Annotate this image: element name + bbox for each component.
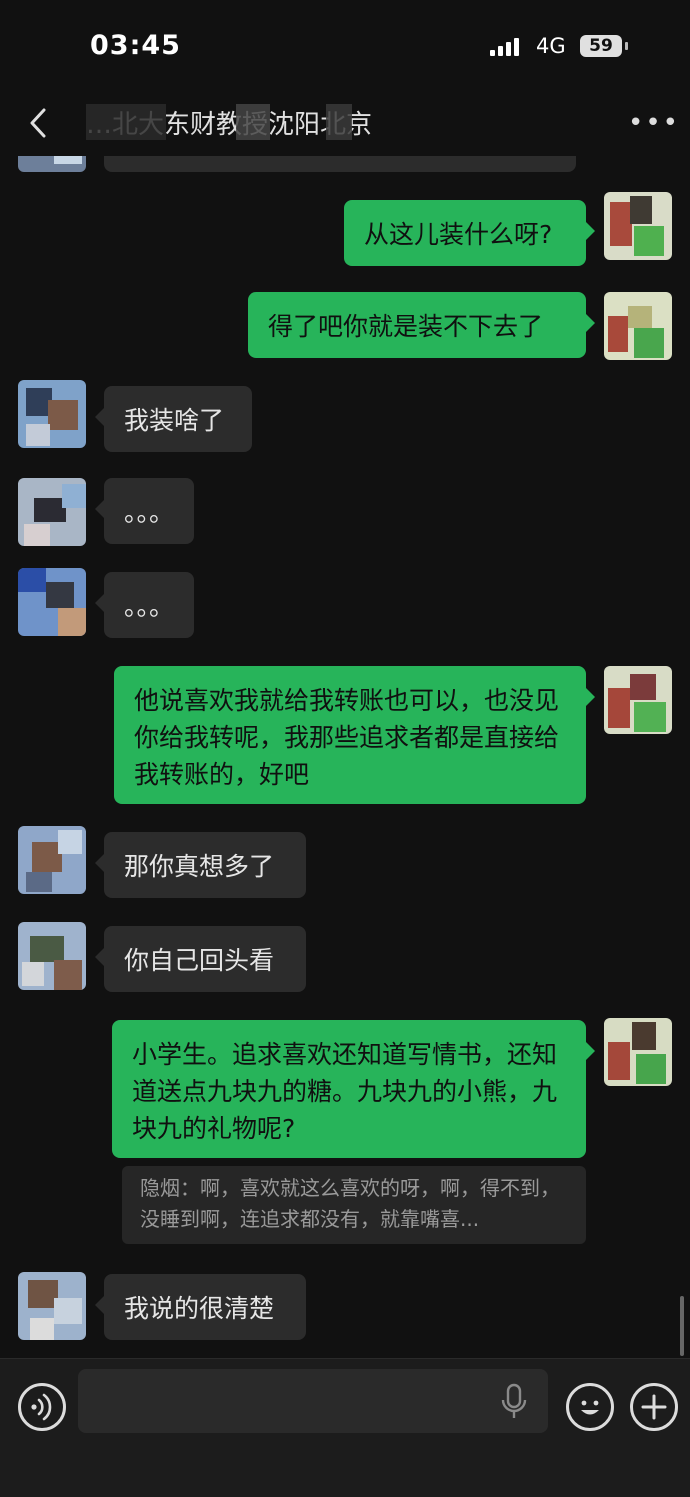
avatar[interactable] (18, 380, 86, 448)
message-bubble-outgoing[interactable]: 他说喜欢我就给我转账也可以，也没见你给我转呢，我那些追求者都是直接给我转账的，好… (114, 666, 595, 804)
avatar-self[interactable] (604, 1018, 672, 1086)
avatar-self[interactable] (604, 292, 672, 360)
status-time: 03:45 (90, 30, 181, 61)
message-bubble-incoming[interactable]: 。。。 (95, 478, 194, 544)
quoted-message[interactable]: 隐烟：啊，喜欢就这么喜欢的呀，啊，得不到，没睡到啊，连追求都没有，就靠嘴喜... (122, 1166, 586, 1244)
message-text: 你自己回头看 (124, 946, 275, 975)
message-bubble-incoming[interactable]: 。。。 (95, 572, 194, 638)
avatar-self[interactable] (604, 666, 672, 734)
scrollbar[interactable] (680, 1296, 684, 1356)
message-bubble-incoming[interactable]: 我装啥了 (95, 386, 252, 452)
avatar[interactable] (18, 826, 86, 894)
chat-title: …北大东财教授沈阳北京 (86, 104, 606, 140)
status-bar: 03:45 4G 59 (0, 0, 690, 92)
message-bubble-incoming[interactable]: 那你真想多了 (95, 832, 306, 898)
message-bubble-partial (104, 156, 576, 172)
chevron-left-icon[interactable] (24, 106, 54, 140)
message-bubble-incoming[interactable]: 你自己回头看 (95, 926, 306, 992)
input-bar (0, 1358, 690, 1497)
voice-icon-glyph (31, 1393, 52, 1421)
battery-icon: 59 (580, 35, 622, 57)
message-bubble-outgoing[interactable]: 从这儿装什么呀? (344, 200, 595, 266)
network-type: 4G (536, 34, 566, 58)
avatar[interactable] (18, 156, 86, 172)
message-bubble-incoming[interactable]: 我说的很清楚 (95, 1274, 306, 1340)
message-bubble-outgoing[interactable]: 得了吧你就是装不下去了 (248, 292, 595, 358)
title-redaction (86, 104, 166, 140)
message-text: 我说的很清楚 (124, 1294, 275, 1323)
title-redaction (236, 104, 270, 140)
message-text: 小学生。追求喜欢还知道写情书，还知道送点九块九的糖。九块九的小熊，九块九的礼物呢… (132, 1040, 558, 1143)
avatar-self[interactable] (604, 192, 672, 260)
battery-tip (625, 42, 628, 50)
message-text: 。。。 (124, 498, 175, 527)
chat-header: …北大东财教授沈阳北京 ••• (0, 92, 690, 156)
message-list[interactable]: 从这儿装什么呀? 得了吧你就是装不下去了 我装啥了 。。。 。。。 他说喜欢我就… (0, 156, 690, 1358)
voice-icon[interactable] (18, 1383, 66, 1431)
microphone-icon[interactable] (500, 1383, 528, 1421)
plus-icon[interactable] (630, 1383, 678, 1431)
message-input[interactable] (78, 1369, 548, 1433)
avatar[interactable] (18, 1272, 86, 1340)
message-text: 他说喜欢我就给我转账也可以，也没见你给我转呢，我那些追求者都是直接给我转账的，好… (134, 686, 560, 789)
message-text: 那你真想多了 (124, 852, 275, 881)
message-text: 我装啥了 (124, 406, 225, 435)
message-bubble-outgoing[interactable]: 小学生。追求喜欢还知道写情书，还知道送点九块九的糖。九块九的小熊，九块九的礼物呢… (112, 1020, 595, 1158)
title-redaction (326, 104, 352, 140)
message-text: 从这儿装什么呀? (364, 220, 553, 249)
avatar[interactable] (18, 478, 86, 546)
more-dots-icon[interactable]: ••• (628, 108, 678, 138)
plus-icon-glyph (641, 1394, 667, 1420)
avatar[interactable] (18, 922, 86, 990)
emoji-icon-glyph (581, 1400, 599, 1415)
signal-icon (490, 36, 526, 56)
emoji-icon[interactable] (566, 1383, 614, 1431)
avatar[interactable] (18, 568, 86, 636)
message-text: 得了吧你就是装不下去了 (268, 312, 544, 341)
message-text: 。。。 (124, 592, 175, 621)
quoted-message-text: 隐烟：啊，喜欢就这么喜欢的呀，啊，得不到，没睡到啊，连追求都没有，就靠嘴喜... (140, 1176, 560, 1231)
